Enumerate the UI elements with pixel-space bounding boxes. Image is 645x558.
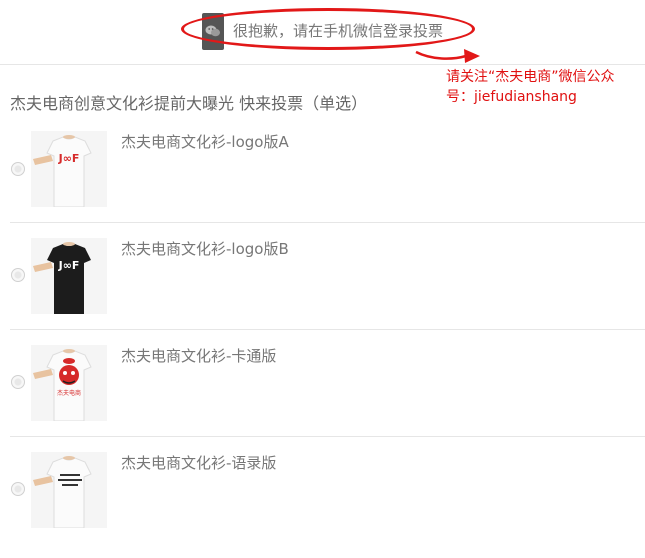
vote-title: 杰夫电商创意文化衫提前大曝光 快来投票（单选） — [10, 94, 368, 113]
option-label: 杰夫电商文化衫-语录版 — [121, 454, 277, 472]
vote-option-cartoon[interactable]: 杰夫电商 杰夫电商文化衫-卡通版 — [0, 345, 645, 451]
tshirt-image-quote — [31, 452, 107, 528]
divider — [10, 222, 645, 223]
tshirt-image-logo-b: J∞F — [31, 238, 107, 314]
svg-text:J∞F: J∞F — [58, 152, 80, 165]
arrow-annotation — [415, 49, 480, 63]
radio-button[interactable] — [11, 482, 25, 496]
tshirt-image-cartoon: 杰夫电商 — [31, 345, 107, 421]
divider — [10, 329, 645, 330]
tshirt-image-logo-a: J∞F — [31, 131, 107, 207]
vote-option-b[interactable]: J∞F 杰夫电商文化衫-logo版B — [0, 238, 645, 344]
radio-button[interactable] — [11, 268, 25, 282]
vote-option-a[interactable]: J∞F 杰夫电商文化衫-logo版A — [0, 131, 645, 237]
option-label: 杰夫电商文化衫-logo版B — [121, 240, 289, 258]
annotation-line-1: 请关注“杰夫电商”微信公众 — [446, 69, 615, 85]
svg-text:杰夫电商: 杰夫电商 — [57, 389, 81, 397]
annotation-line-2: 号：jiefudianshang — [446, 89, 577, 105]
radio-button[interactable] — [11, 162, 25, 176]
follow-annotation: 请关注“杰夫电商”微信公众 号：jiefudianshang — [446, 67, 644, 107]
radio-button[interactable] — [11, 375, 25, 389]
vote-option-quote[interactable]: 杰夫电商文化衫-语录版 — [0, 452, 645, 558]
divider — [10, 436, 645, 437]
option-label: 杰夫电商文化衫-卡通版 — [121, 347, 277, 365]
option-label: 杰夫电商文化衫-logo版A — [121, 133, 289, 151]
svg-text:J∞F: J∞F — [58, 259, 80, 272]
